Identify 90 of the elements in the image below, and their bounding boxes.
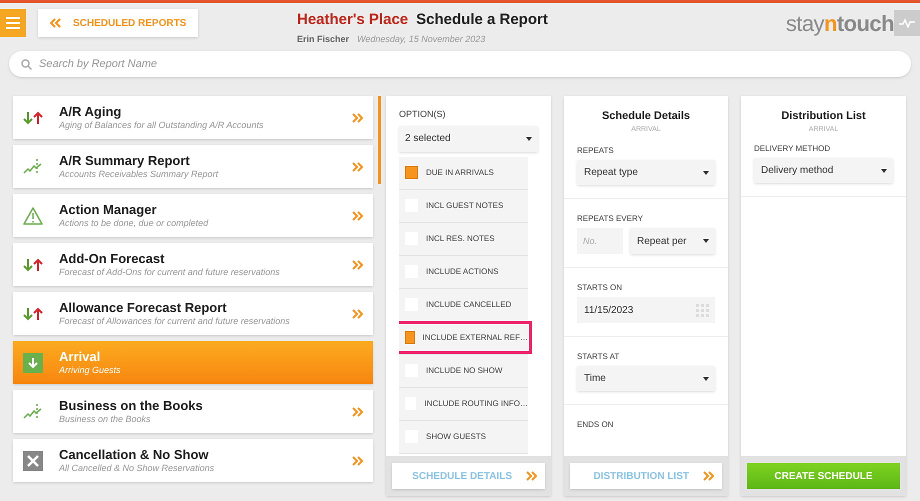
report-name: Business on the Books [59, 398, 204, 414]
option-label: DUE IN ARRIVALS [426, 166, 494, 178]
dropdown[interactable]: Time [577, 366, 715, 391]
double-chevron-icon [352, 210, 363, 220]
option-item[interactable]: INCLUDE CANCELLED [399, 288, 528, 322]
number-field[interactable]: No. [577, 228, 623, 254]
option-item[interactable]: INCL GUEST NOTES [399, 190, 528, 222]
report-name: Action Manager [59, 202, 158, 218]
caret-icon [703, 376, 709, 380]
report-description: Arriving Guests [59, 365, 122, 376]
option-label: INCL GUEST NOTES [426, 200, 504, 212]
field-label: STARTS ON [577, 284, 624, 292]
double-chevron-icon [352, 406, 363, 416]
report-item[interactable]: A/R Aging Aging of Balances for all Outstanding A/R Accounts [13, 96, 373, 139]
option-item[interactable]: INCL RES. NOTES [399, 222, 528, 256]
up-down-arrows-icon [23, 258, 43, 272]
report-item[interactable]: Allowance Forecast Report Forecast of Allowances for current and future reservations [13, 292, 373, 335]
option-item[interactable]: DUE IN ARRIVALS [399, 156, 528, 190]
checkbox[interactable] [405, 166, 418, 179]
hotel-name: Heather's Place [297, 10, 408, 30]
field-label: OPTION(S) [399, 108, 446, 121]
option-label: SHOW GUESTS [426, 430, 486, 442]
caret-icon [703, 170, 709, 174]
page-title: Schedule a Report [416, 10, 548, 30]
menu-button[interactable] [0, 9, 26, 37]
options-dropdown[interactable]: 2 selected [399, 126, 538, 152]
option-label: INCLUDE NO SHOW [426, 364, 502, 376]
report-item[interactable]: Cancellation & No Show All Cancelled & No Show Reservations [13, 439, 373, 482]
user-name: Erin Fischer [297, 32, 350, 46]
report-name: Cancellation & No Show [59, 446, 210, 463]
dropdown[interactable]: Repeat type [577, 160, 715, 185]
field-label: REPEATS EVERY [577, 215, 644, 223]
search-field[interactable]: Search by Report Name [9, 51, 911, 77]
option-label: INCLUDE CANCELLED [426, 298, 512, 310]
double-chevron-icon [352, 456, 363, 466]
field-label: DELIVERY METHOD [754, 145, 832, 153]
caret-icon [881, 168, 887, 172]
report-name: A/R Aging [59, 104, 122, 120]
brand-logo: stayntouch [786, 10, 894, 38]
close-icon [23, 450, 43, 470]
option-item[interactable]: SHOW GUESTS [399, 420, 528, 454]
option-label: INCLUDE ACTIONS [426, 266, 498, 278]
warning-icon [23, 206, 43, 224]
activity-button[interactable] [894, 10, 920, 36]
menu-icon [6, 17, 20, 29]
double-chevron-icon [703, 471, 714, 481]
field-label: STARTS AT [577, 353, 620, 361]
report-description: Accounts Receivables Summary Report [59, 169, 220, 180]
checkbox[interactable] [405, 331, 414, 344]
report-name: Add-On Forecast [59, 250, 166, 267]
option-item[interactable]: INCLUDE NO SHOW [399, 354, 528, 388]
report-item[interactable]: Add-On Forecast Forecast of Add-Ons for current and future reservations [13, 243, 373, 286]
report-name: A/R Summary Report [59, 152, 191, 169]
field-label: ENDS ON [577, 421, 614, 429]
double-chevron-icon [352, 260, 363, 270]
report-description: Forecast of Allowances for current and future reservations [59, 316, 291, 328]
date-field[interactable]: 11/15/2023 [577, 297, 715, 323]
double-chevron-icon [352, 308, 363, 318]
report-description: All Cancelled & No Show Reservations [59, 463, 216, 474]
report-description: Forecast of Add-Ons for current and future reservations [59, 267, 281, 278]
caret-icon [703, 239, 709, 243]
line-chart-icon [23, 158, 43, 176]
report-description: Business on the Books [59, 414, 152, 426]
report-name: Arrival [59, 348, 102, 365]
double-chevron-icon [526, 471, 537, 481]
report-item[interactable]: Business on the Books Business on the Books [13, 390, 373, 433]
up-down-arrows-icon [23, 306, 43, 320]
double-chevron-icon [352, 162, 363, 172]
caret-icon [526, 136, 532, 140]
report-item[interactable]: Action Manager Actions to be done, due or completed [13, 194, 373, 237]
report-description: Aging of Balances for all Outstanding A/R Accounts [59, 120, 264, 132]
double-chevron-icon [352, 112, 363, 122]
option-label: INCLUDE EXTERNAL REF… [422, 332, 528, 344]
panel-title: Schedule Details [602, 109, 690, 124]
dropdown[interactable]: Repeat per [630, 228, 715, 254]
option-item[interactable]: INCLUDE ROUTING INFO… [399, 388, 528, 420]
double-chevron-icon [50, 18, 61, 28]
pulse-icon [899, 18, 915, 28]
report-name: Allowance Forecast Report [59, 300, 228, 316]
panel-title: Distribution List [781, 109, 866, 124]
line-chart-icon [23, 402, 43, 420]
field-label: REPEATS [577, 147, 615, 155]
current-date: Wednesday, 15 November 2023 [357, 32, 486, 46]
report-description: Actions to be done, due or completed [59, 218, 210, 230]
dropdown[interactable]: Delivery method [754, 158, 893, 183]
option-label: INCLUDE ROUTING INFO… [424, 398, 528, 410]
up-down-arrows-icon [23, 110, 43, 124]
report-item[interactable]: A/R Summary Report Accounts Receivables Summary Report [13, 145, 373, 188]
option-label: INCL RES. NOTES [426, 232, 495, 244]
option-item[interactable]: INCLUDE ACTIONS [399, 256, 528, 288]
